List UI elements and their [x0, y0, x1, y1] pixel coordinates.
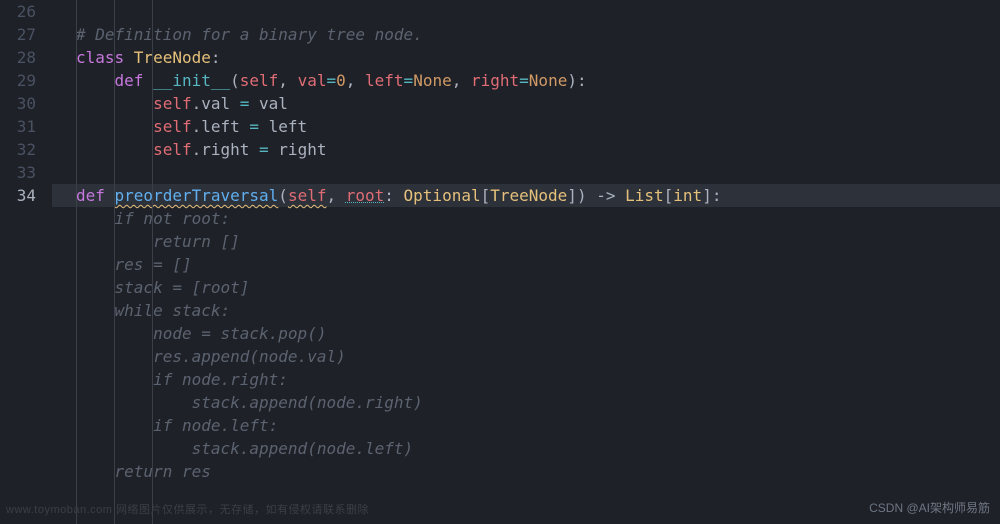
ghost-suggestion-line[interactable]: res = [] — [76, 253, 1000, 276]
code-line[interactable] — [76, 0, 1000, 23]
ghost-suggestion-line[interactable]: return res — [76, 460, 1000, 483]
ghost-suggestion-line[interactable]: while stack: — [76, 299, 1000, 322]
watermark-text: CSDN @AI架构师易筋 — [869, 497, 990, 520]
ghost-suggestion-line[interactable]: if node.left: — [76, 414, 1000, 437]
code-line-active[interactable]: def preorderTraversal(self, root: Option… — [76, 184, 1000, 207]
code-line[interactable]: # Definition for a binary tree node. — [76, 23, 1000, 46]
line-number: 27 — [0, 23, 36, 46]
code-editor[interactable]: 26 27 28 29 30 31 32 33 34 # Definition … — [0, 0, 1000, 524]
code-line[interactable]: self.val = val — [76, 92, 1000, 115]
line-number: 32 — [0, 138, 36, 161]
code-line[interactable]: def __init__(self, val=0, left=None, rig… — [76, 69, 1000, 92]
line-number: 26 — [0, 0, 36, 23]
line-number: 30 — [0, 92, 36, 115]
code-line[interactable]: class TreeNode: — [76, 46, 1000, 69]
line-number-gutter: 26 27 28 29 30 31 32 33 34 — [0, 0, 52, 524]
line-number: 28 — [0, 46, 36, 69]
line-number: 29 — [0, 69, 36, 92]
line-number: 33 — [0, 161, 36, 184]
code-line[interactable]: self.left = left — [76, 115, 1000, 138]
code-line[interactable]: self.right = right — [76, 138, 1000, 161]
ghost-suggestion-line[interactable]: stack.append(node.left) — [76, 437, 1000, 460]
ghost-suggestion-line[interactable]: res.append(node.val) — [76, 345, 1000, 368]
code-area[interactable]: # Definition for a binary tree node. cla… — [52, 0, 1000, 524]
code-line[interactable] — [76, 161, 1000, 184]
ghost-suggestion-line[interactable]: if not root: — [76, 207, 1000, 230]
ghost-suggestion-line[interactable]: return [] — [76, 230, 1000, 253]
ghost-suggestion-line[interactable]: stack.append(node.right) — [76, 391, 1000, 414]
ghost-suggestion-line[interactable]: if node.right: — [76, 368, 1000, 391]
line-number-active: 34 — [0, 184, 36, 207]
watermark-text-secondary: www.toymoban.com 网络图片仅供展示，无存储，如有侵权请联系删除 — [6, 499, 369, 522]
ghost-suggestion-line[interactable]: stack = [root] — [76, 276, 1000, 299]
line-number: 31 — [0, 115, 36, 138]
ghost-suggestion-line[interactable]: node = stack.pop() — [76, 322, 1000, 345]
